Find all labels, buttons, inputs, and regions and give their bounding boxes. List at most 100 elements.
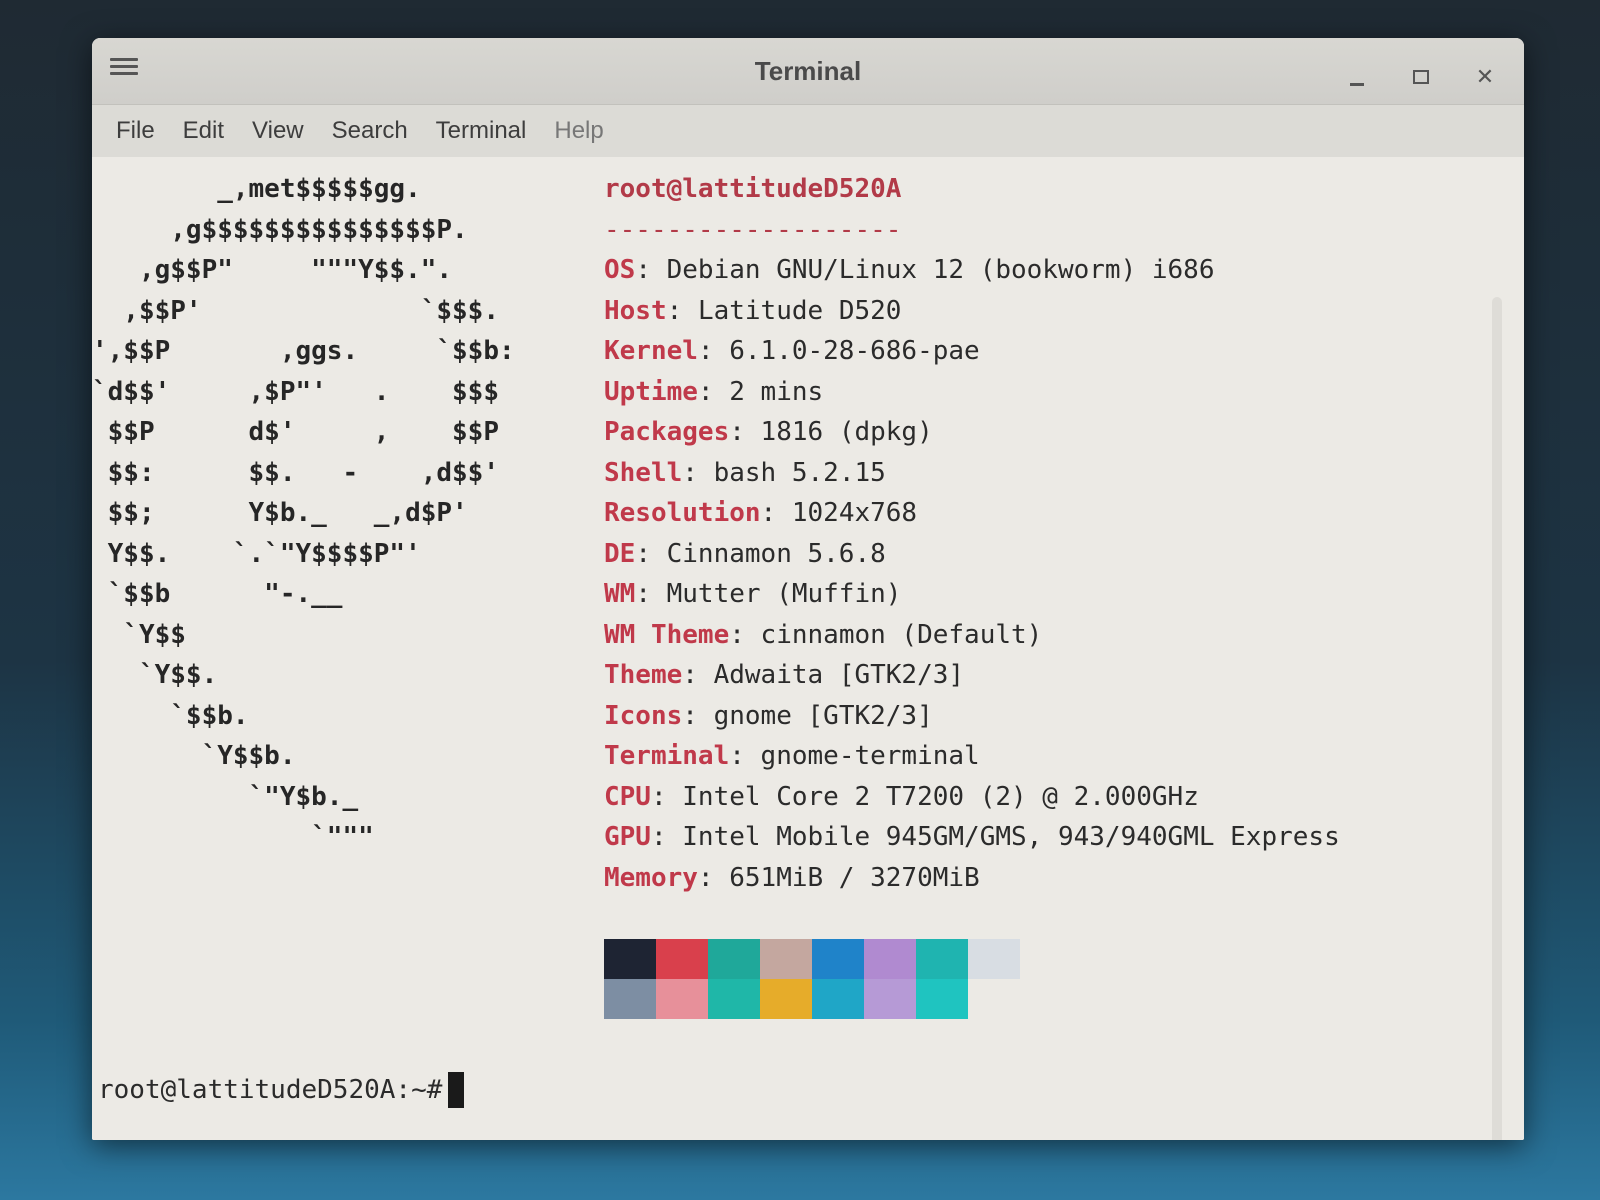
info-line: Terminal: gnome-terminal: [604, 736, 1340, 777]
info-line: WM: Mutter (Muffin): [604, 574, 1340, 615]
close-button[interactable]: ✕: [1468, 60, 1502, 94]
info-colon: :: [729, 417, 761, 447]
info-value: Mutter (Muffin): [666, 579, 902, 609]
color-palette: [604, 939, 1020, 1019]
info-colon: :: [682, 660, 714, 690]
info-line: Packages: 1816 (dpkg): [604, 412, 1340, 453]
info-key: Shell: [604, 457, 683, 488]
info-key: Resolution: [604, 498, 761, 528]
color-swatch: [864, 939, 916, 979]
info-key: Packages: [604, 417, 730, 447]
shell-prompt: root@lattitudeD520A:~#: [98, 1074, 443, 1105]
info-key: GPU: [604, 822, 651, 852]
info-value: Latitude D520: [697, 295, 902, 326]
info-colon: :: [666, 295, 698, 326]
terminal-output[interactable]: _,met$$$$$gg. ,g$$$$$$$$$$$$$$$P. ,g$$P"…: [92, 157, 1524, 1140]
info-value: Adwaita [GTK2/3]: [713, 660, 965, 690]
color-swatch: [656, 939, 708, 979]
scrollbar[interactable]: [1492, 297, 1502, 1140]
menu-search[interactable]: Search: [318, 117, 422, 145]
info-key: Host: [604, 295, 667, 326]
terminal-window: Terminal ✕ File Edit View Search Termina…: [92, 38, 1524, 1140]
info-colon: :: [635, 579, 667, 609]
system-info: root@lattitudeD520A ------------------- …: [604, 169, 1340, 898]
info-value: cinnamon (Default): [760, 619, 1043, 650]
info-key: CPU: [604, 781, 651, 812]
info-colon: :: [650, 781, 683, 812]
minimize-button[interactable]: [1340, 60, 1374, 94]
info-value: 2 mins: [729, 376, 824, 407]
info-value: bash 5.2.15: [713, 457, 886, 488]
close-icon: ✕: [1475, 64, 1495, 90]
info-key: Icons: [604, 700, 683, 731]
separator-line: -------------------: [604, 210, 1340, 251]
info-key: Theme: [604, 660, 683, 690]
info-colon: :: [635, 255, 667, 285]
text-cursor: [448, 1071, 465, 1108]
info-line: Host: Latitude D520: [604, 291, 1340, 332]
info-line: Kernel: 6.1.0-28-686-pae: [604, 331, 1340, 372]
ascii-line: Y$$. `.`"Y$$$$P"': [92, 538, 421, 569]
info-colon: :: [697, 376, 730, 407]
info-key: Kernel: [604, 336, 698, 366]
info-key: Uptime: [604, 376, 698, 407]
info-colon: :: [760, 498, 792, 528]
info-value: gnome [GTK2/3]: [713, 700, 933, 731]
menu-file[interactable]: File: [102, 117, 169, 145]
menu-help[interactable]: Help: [540, 117, 617, 145]
userhost: root@lattitudeD520A: [604, 174, 902, 204]
ascii-line: $$; Y$b._ _,d$P': [92, 498, 468, 528]
color-swatch: [864, 979, 916, 1019]
info-colon: :: [682, 457, 714, 488]
menubar: File Edit View Search Terminal Help: [92, 105, 1524, 158]
info-value: 1816 (dpkg): [760, 417, 933, 447]
info-line: OS: Debian GNU/Linux 12 (bookworm) i686: [604, 250, 1340, 291]
color-swatch: [812, 979, 864, 1019]
maximize-button[interactable]: [1404, 60, 1438, 94]
color-swatch: [708, 939, 760, 979]
info-line: WM Theme: cinnamon (Default): [604, 615, 1340, 656]
info-line: DE: Cinnamon 5.6.8: [604, 534, 1340, 575]
window-title: Terminal: [754, 56, 862, 86]
color-swatch: [968, 939, 1020, 979]
info-colon: :: [650, 822, 683, 852]
ascii-line: $$: $$. - ,d$$': [92, 457, 499, 488]
info-line: GPU: Intel Mobile 945GM/GMS, 943/940GML …: [604, 817, 1340, 858]
color-swatch: [812, 939, 864, 979]
info-key: DE: [604, 538, 636, 569]
menu-edit[interactable]: Edit: [169, 117, 238, 145]
color-swatch: [760, 939, 812, 979]
info-key: WM: [604, 579, 636, 609]
info-value: 1024x768: [791, 498, 918, 528]
info-value: 6.1.0-28-686-pae: [729, 336, 980, 366]
info-key: Terminal: [604, 741, 730, 771]
info-key: WM Theme: [604, 619, 730, 650]
info-line: Memory: 651MiB / 3270MiB: [604, 858, 1340, 899]
info-rows: OS: Debian GNU/Linux 12 (bookworm) i686 H…: [604, 250, 1340, 898]
color-swatch: [916, 979, 968, 1019]
prompt-line[interactable]: root@lattitudeD520A:~#: [98, 1070, 465, 1111]
color-swatch: [604, 979, 656, 1019]
info-value: Cinnamon 5.6.8: [666, 538, 886, 569]
info-value: gnome-terminal: [760, 741, 980, 771]
maximize-icon: [1413, 70, 1429, 84]
info-line: Icons: gnome [GTK2/3]: [604, 696, 1340, 737]
userhost-line: root@lattitudeD520A: [604, 169, 1340, 210]
info-line: Theme: Adwaita [GTK2/3]: [604, 655, 1340, 696]
ascii-line: `"Y$b._: [92, 781, 359, 812]
info-value: 651MiB / 3270MiB: [729, 862, 980, 893]
info-colon: :: [682, 700, 714, 731]
ascii-line: `d$$' ,$P"' . $$$: [92, 376, 499, 407]
titlebar[interactable]: Terminal ✕: [92, 38, 1524, 105]
ascii-line: `$$b "-.__: [92, 579, 343, 609]
info-value: Intel Mobile 945GM/GMS, 943/940GML Expre…: [682, 822, 1340, 852]
color-swatch: [916, 939, 968, 979]
debian-ascii-logo: _,met$$$$$gg. ,g$$$$$$$$$$$$$$$P. ,g$$P"…: [92, 169, 515, 858]
ascii-line: ,g$$P" """Y$$.".: [92, 255, 453, 285]
info-key: OS: [604, 255, 636, 285]
window-controls: ✕: [1340, 60, 1502, 94]
menu-view[interactable]: View: [238, 117, 318, 145]
info-line: Resolution: 1024x768: [604, 493, 1340, 534]
menu-terminal[interactable]: Terminal: [422, 117, 541, 145]
info-colon: :: [729, 619, 761, 650]
